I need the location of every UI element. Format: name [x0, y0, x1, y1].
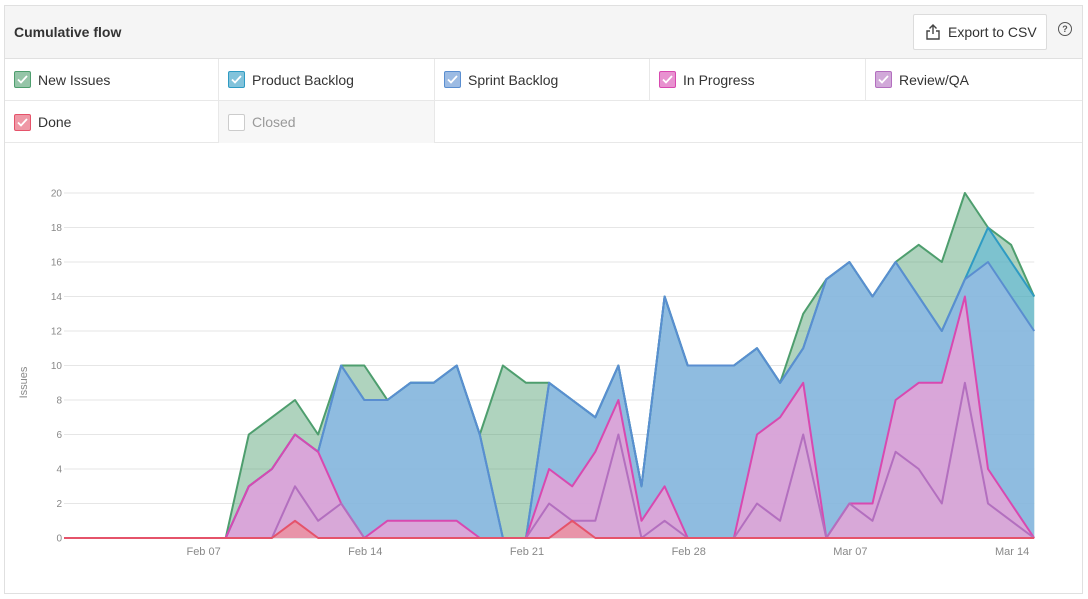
y-tick-label: 6 — [56, 430, 62, 441]
x-tick-label: Feb 14 — [348, 546, 382, 558]
cumulative-flow-panel: Cumulative flow Export to CSV ? New Issu… — [4, 5, 1083, 594]
x-tick-label: Feb 07 — [186, 546, 220, 558]
legend-label: Closed — [252, 114, 296, 130]
legend-item-closed[interactable]: Closed — [219, 101, 435, 143]
export-label: Export to CSV — [948, 24, 1037, 40]
question-circle-icon[interactable]: ? — [1058, 22, 1072, 36]
legend-item-sprint-backlog[interactable]: Sprint Backlog — [435, 59, 650, 101]
x-tick-label: Feb 21 — [510, 546, 544, 558]
cumulative-flow-chart: 02468101214161820 Feb 07 Feb 14 Feb 21 Feb … — [18, 189, 1036, 558]
y-tick-label: 16 — [51, 258, 63, 269]
legend-item-product-backlog[interactable]: Product Backlog — [219, 59, 435, 101]
checkbox-icon[interactable] — [228, 113, 245, 131]
y-tick-label: 20 — [51, 189, 63, 200]
y-tick-label: 0 — [56, 534, 62, 545]
y-tick-label: 10 — [51, 361, 63, 372]
y-tick-label: 2 — [56, 499, 62, 510]
x-tick-label: Feb 28 — [672, 546, 706, 558]
checkbox-icon[interactable] — [14, 71, 31, 88]
y-tick-label: 14 — [51, 292, 63, 303]
x-tick-label: Mar 07 — [833, 546, 867, 558]
y-tick-label: 18 — [51, 223, 63, 234]
checkbox-icon[interactable] — [875, 71, 892, 88]
legend-label: Done — [38, 114, 72, 130]
upload-icon — [926, 24, 940, 40]
legend: New Issues Product Backlog Sprint Backlo… — [5, 59, 1082, 143]
legend-label: New Issues — [38, 71, 111, 88]
panel-header: Cumulative flow Export to CSV ? — [5, 6, 1082, 59]
y-tick-label: 8 — [56, 396, 62, 407]
legend-item-in-progress[interactable]: In Progress — [650, 59, 866, 101]
checkbox-icon[interactable] — [14, 113, 31, 131]
y-axis-label: Issues — [18, 366, 30, 398]
y-tick-label: 4 — [56, 465, 62, 476]
export-csv-button[interactable]: Export to CSV — [913, 14, 1047, 50]
legend-label: Product Backlog — [252, 71, 354, 88]
panel-title: Cumulative flow — [14, 24, 122, 40]
checkbox-icon[interactable] — [659, 71, 676, 88]
checkbox-icon[interactable] — [228, 71, 245, 88]
legend-item-done[interactable]: Done — [5, 101, 219, 143]
legend-label: Review/QA — [899, 71, 970, 88]
legend-item-review-qa[interactable]: Review/QA — [866, 59, 1082, 101]
legend-item-new-issues[interactable]: New Issues — [5, 59, 219, 101]
x-axis: Feb 07 Feb 14 Feb 21 Feb 28 Mar 07 Mar 14 — [186, 546, 1029, 558]
checkbox-icon[interactable] — [444, 71, 461, 88]
y-tick-label: 12 — [51, 327, 63, 338]
x-tick-label: Mar 14 — [995, 546, 1029, 558]
legend-label: In Progress — [683, 71, 755, 88]
legend-label: Sprint Backlog — [468, 71, 559, 88]
